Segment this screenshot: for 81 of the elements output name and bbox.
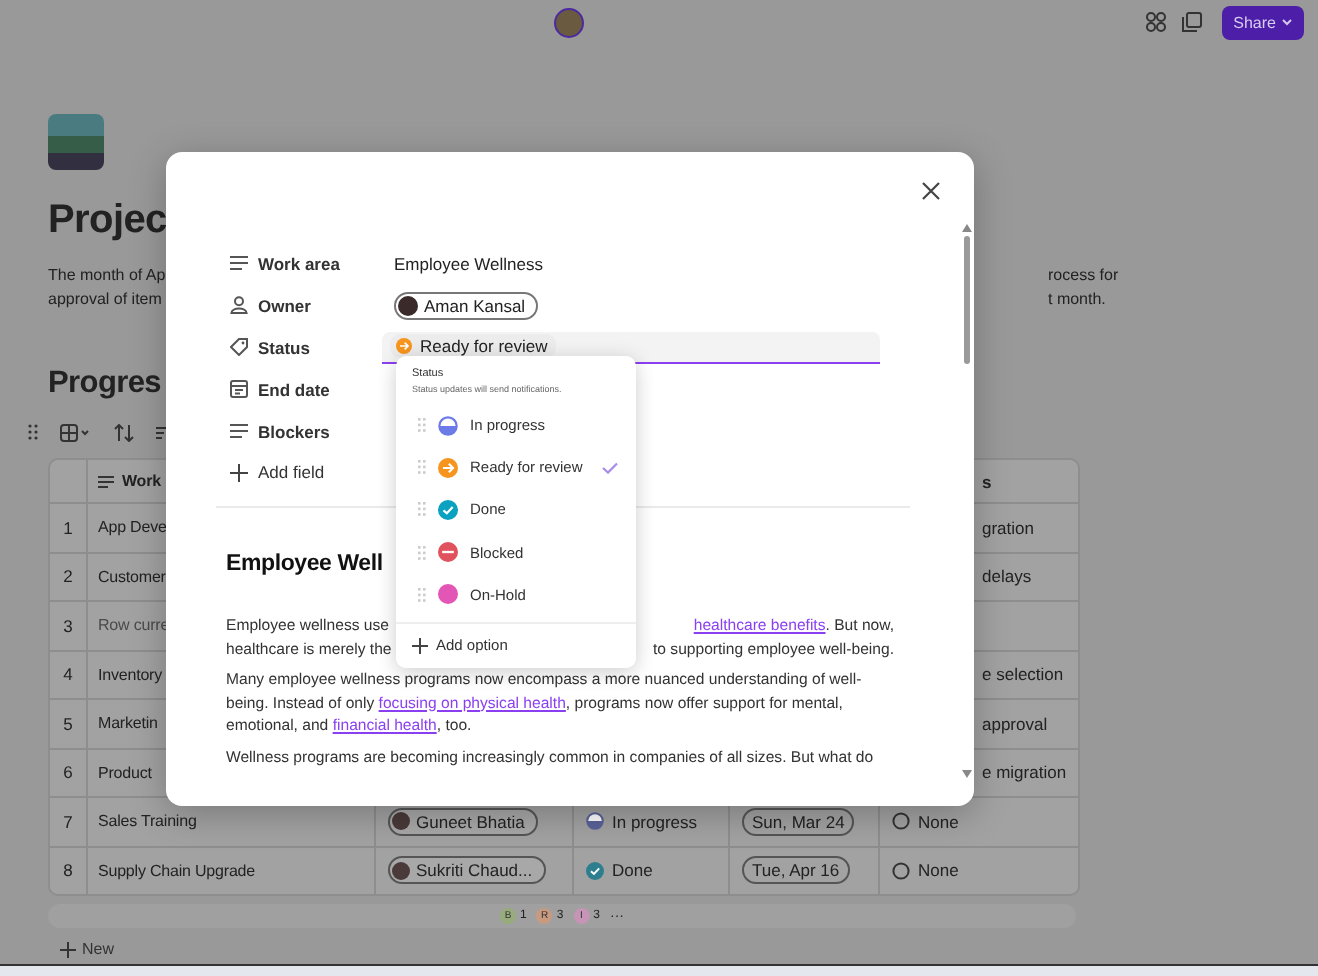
date-pill[interactable]: Tue, Apr 16 bbox=[742, 856, 850, 885]
drag-handle-icon bbox=[418, 418, 426, 433]
scroll-up-icon[interactable] bbox=[962, 224, 972, 232]
owner-pill[interactable]: Aman Kansal bbox=[394, 291, 538, 319]
table-cell: delays bbox=[982, 566, 1032, 587]
text-lines-icon bbox=[230, 256, 248, 270]
status-label: Done bbox=[612, 860, 653, 881]
table-cell: gration bbox=[982, 517, 1034, 538]
scroll-down-icon[interactable] bbox=[962, 770, 972, 778]
row-number: 5 bbox=[63, 713, 73, 734]
plus-icon bbox=[60, 941, 76, 957]
table-cell: Marketin bbox=[98, 714, 158, 733]
add-field-button[interactable]: Add field bbox=[230, 456, 325, 488]
checkmark-icon bbox=[602, 461, 618, 474]
table-cell: App Deve bbox=[98, 518, 167, 537]
field-label: Owner bbox=[258, 295, 311, 315]
table-cell: Inventory bbox=[98, 665, 163, 684]
field-label: Status bbox=[258, 337, 310, 357]
avatar-icon bbox=[392, 812, 410, 831]
field-label: Work area bbox=[258, 253, 340, 273]
table-cell: Sales Training bbox=[98, 812, 197, 831]
plus-icon bbox=[230, 463, 248, 481]
apps-icon[interactable] bbox=[1145, 12, 1166, 32]
row-number: 6 bbox=[63, 762, 73, 783]
row-number: 7 bbox=[63, 811, 73, 832]
article-heading: Employee Well bbox=[226, 550, 383, 580]
field-label: Blockers bbox=[258, 421, 330, 441]
person-icon bbox=[230, 296, 248, 314]
table-cell: e selection bbox=[982, 664, 1064, 685]
user-avatar[interactable] bbox=[554, 7, 584, 37]
field-value[interactable]: Employee Wellness bbox=[394, 253, 543, 273]
status-label: In progress bbox=[612, 811, 698, 832]
column-header[interactable]: s bbox=[982, 471, 992, 491]
table-cell: approval bbox=[982, 713, 1048, 734]
description-text: approval of item bbox=[48, 287, 164, 310]
filter-icon[interactable] bbox=[156, 425, 166, 439]
drag-handle-icon bbox=[418, 502, 426, 517]
avatar-icon bbox=[398, 295, 418, 315]
status-field[interactable]: Ready for review bbox=[382, 331, 880, 363]
avatar-icon bbox=[392, 861, 410, 880]
row-number: 8 bbox=[63, 860, 73, 881]
page-title: Projec bbox=[48, 196, 167, 246]
column-header[interactable]: Work bbox=[122, 472, 161, 490]
owner-pill[interactable]: Sukriti Chaud... bbox=[388, 856, 547, 885]
text-lines-icon bbox=[230, 424, 248, 438]
drag-handle-icon[interactable] bbox=[28, 424, 38, 440]
plus-icon bbox=[412, 637, 428, 654]
close-icon[interactable] bbox=[922, 182, 940, 200]
description-text: t month. bbox=[1048, 287, 1108, 310]
chevron-down-icon bbox=[1282, 18, 1292, 26]
row-number: 3 bbox=[63, 615, 73, 636]
owner-pill[interactable]: Guneet Bhatia bbox=[388, 807, 539, 836]
radio-icon[interactable] bbox=[892, 861, 910, 880]
table-icon[interactable] bbox=[60, 423, 92, 441]
table-cell: None bbox=[918, 811, 959, 832]
status-chip[interactable]: Ready for review bbox=[390, 334, 556, 358]
scrollbar-thumb[interactable] bbox=[964, 236, 970, 364]
pages-icon[interactable] bbox=[1181, 12, 1202, 32]
field-label: End date bbox=[258, 379, 330, 399]
section-heading: Progres bbox=[48, 364, 161, 404]
drag-handle-icon bbox=[418, 460, 426, 475]
row-number: 4 bbox=[63, 664, 73, 685]
text-column-icon bbox=[98, 475, 114, 487]
description-text: rocess for bbox=[1048, 264, 1121, 287]
new-button[interactable]: New bbox=[56, 936, 119, 962]
table-cell: Product bbox=[98, 763, 152, 782]
description-text: The month of Ap bbox=[48, 264, 166, 287]
tag-icon bbox=[230, 338, 248, 356]
drag-handle-icon bbox=[418, 545, 426, 560]
table-cell: e migration bbox=[982, 762, 1067, 783]
page-logo-image bbox=[48, 114, 104, 170]
row-number: 2 bbox=[63, 566, 73, 587]
calendar-icon bbox=[230, 380, 248, 398]
row-number: 1 bbox=[63, 517, 73, 538]
share-button[interactable]: Share bbox=[1221, 5, 1304, 39]
table-cell: Supply Chain Upgrade bbox=[98, 861, 255, 880]
sort-icon[interactable] bbox=[114, 423, 134, 441]
table-cell: Customer bbox=[98, 567, 166, 586]
drag-handle-icon bbox=[418, 587, 426, 602]
table-cell: None bbox=[918, 860, 959, 881]
radio-icon[interactable] bbox=[892, 812, 910, 831]
